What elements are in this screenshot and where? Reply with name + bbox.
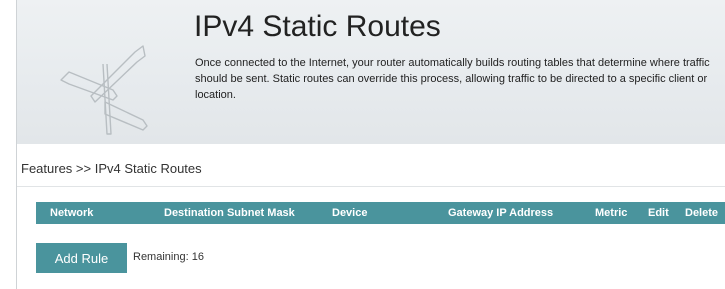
remaining-count: 16: [191, 251, 204, 263]
page-title: IPv4 Static Routes: [194, 10, 441, 43]
column-edit: Edit: [648, 207, 669, 219]
routes-table-header: Network Destination Subnet Mask Device G…: [36, 202, 725, 224]
column-delete: Delete: [685, 207, 719, 219]
remaining-label: Remaining:: [133, 251, 189, 263]
page-description: Once connected to the Internet, your rou…: [195, 57, 710, 101]
column-metric: Metric: [595, 207, 628, 219]
page-header: IPv4 Static Routes Once connected to the…: [17, 0, 725, 144]
column-gateway-ip-address: Gateway IP Address: [448, 207, 554, 219]
column-network: Network: [50, 207, 94, 219]
remaining-rules: Remaining: 16: [133, 251, 204, 263]
add-rule-button[interactable]: Add Rule: [36, 243, 127, 273]
signpost-icon: [60, 45, 148, 135]
column-device: Device: [332, 207, 368, 219]
page-container: IPv4 Static Routes Once connected to the…: [16, 0, 725, 289]
divider: [17, 186, 725, 187]
column-destination-subnet-mask: Destination Subnet Mask: [164, 207, 295, 219]
breadcrumb: Features >> IPv4 Static Routes: [21, 161, 202, 176]
